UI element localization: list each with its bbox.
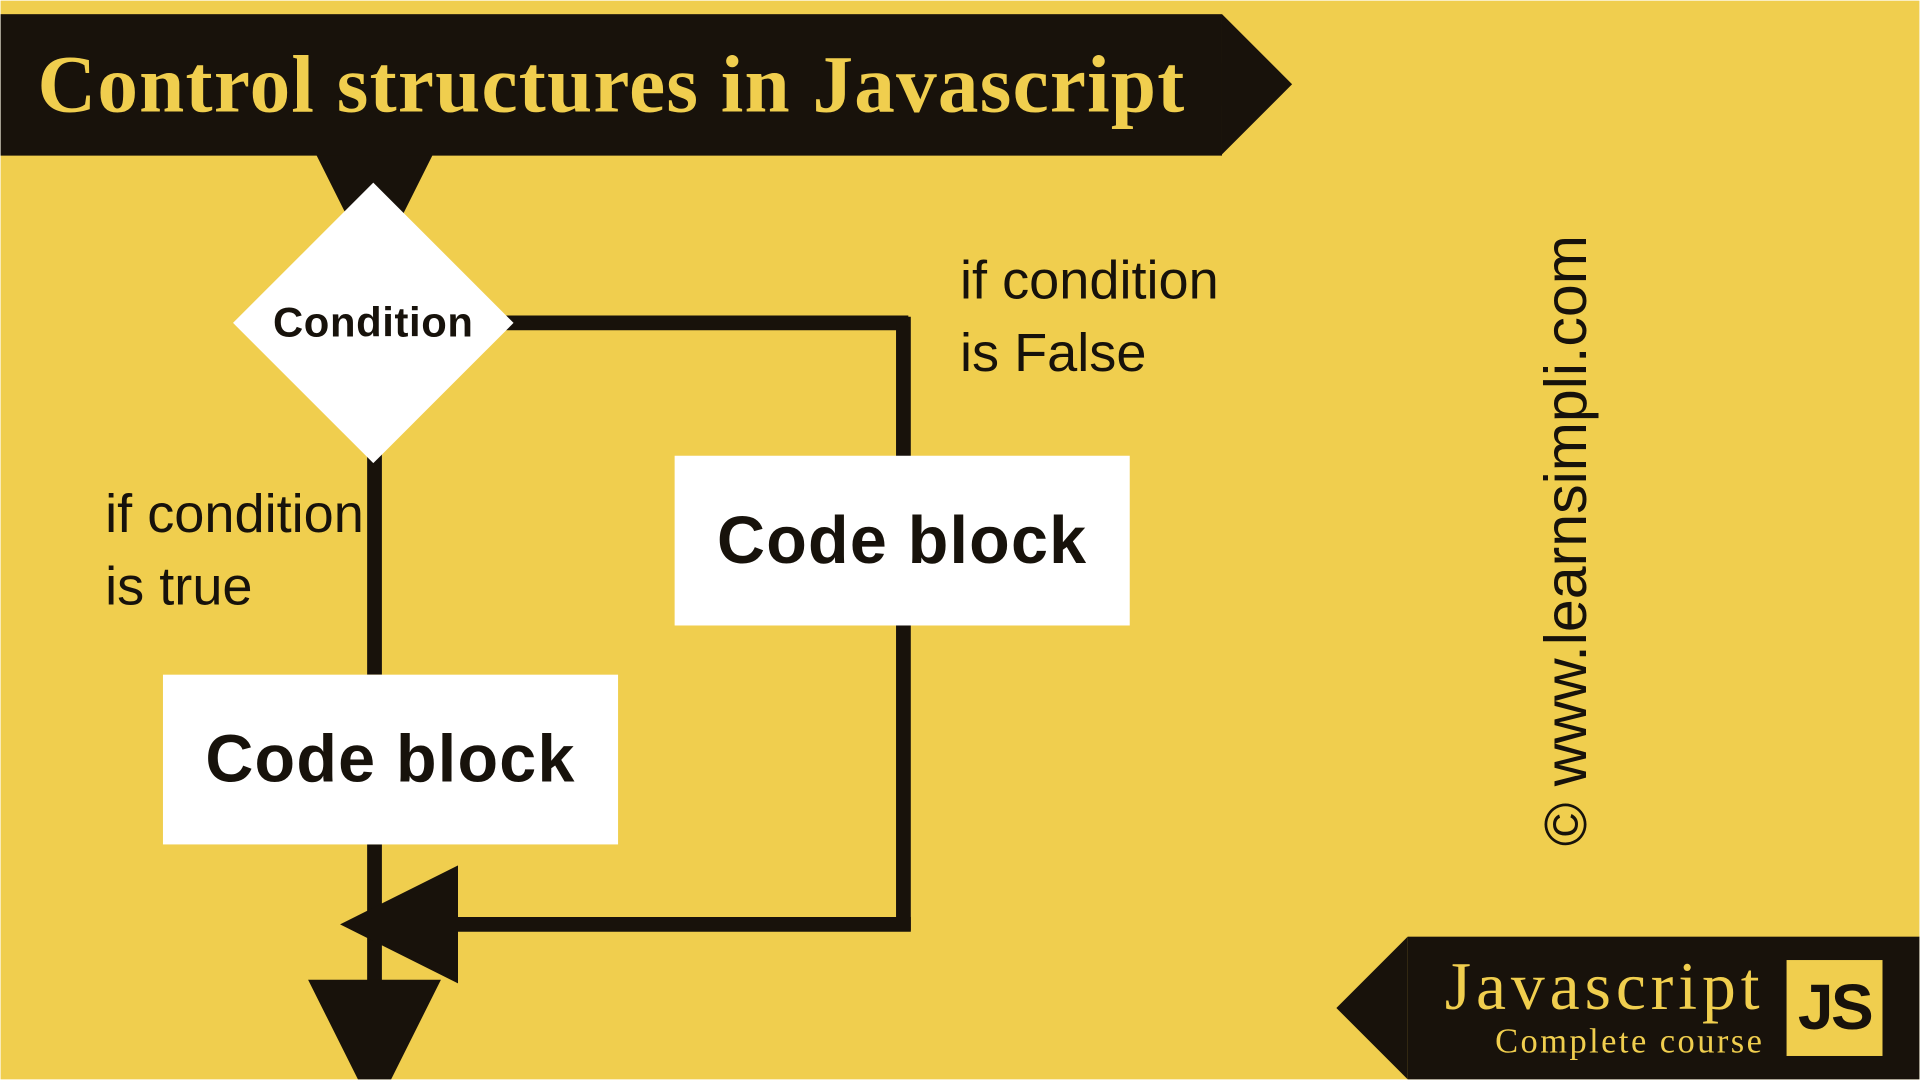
branch-label-false-line1: if condition — [960, 244, 1219, 317]
page-title-banner: Control structures in Javascript — [1, 14, 1223, 155]
page-title: Control structures in Javascript — [37, 38, 1185, 131]
footer-subtitle: Complete course — [1495, 1025, 1764, 1059]
branch-label-false-line2: is False — [960, 317, 1219, 390]
js-logo-icon: JS — [1787, 960, 1883, 1056]
copyright-text: © www.learnsimpli.com — [1533, 234, 1601, 845]
code-block-true: Code block — [163, 675, 618, 845]
branch-label-false: if condition is False — [960, 244, 1219, 390]
footer-banner: Javascript Complete course JS — [1408, 937, 1920, 1080]
js-logo-text: JS — [1798, 971, 1871, 1045]
footer-title: Javascript — [1445, 952, 1765, 1020]
branch-label-true: if condition is true — [105, 478, 364, 624]
code-block-false: Code block — [675, 456, 1130, 626]
branch-label-true-line2: is true — [105, 551, 364, 624]
code-block-true-label: Code block — [205, 721, 575, 797]
footer-text: Javascript Complete course — [1445, 952, 1765, 1059]
diagram-stage: Control structures in Javascript Conditi… — [1, 1, 1920, 1080]
decision-node: Condition — [236, 185, 512, 461]
branch-label-true-line1: if condition — [105, 478, 364, 551]
code-block-false-label: Code block — [717, 502, 1087, 578]
decision-label: Condition — [236, 185, 512, 461]
